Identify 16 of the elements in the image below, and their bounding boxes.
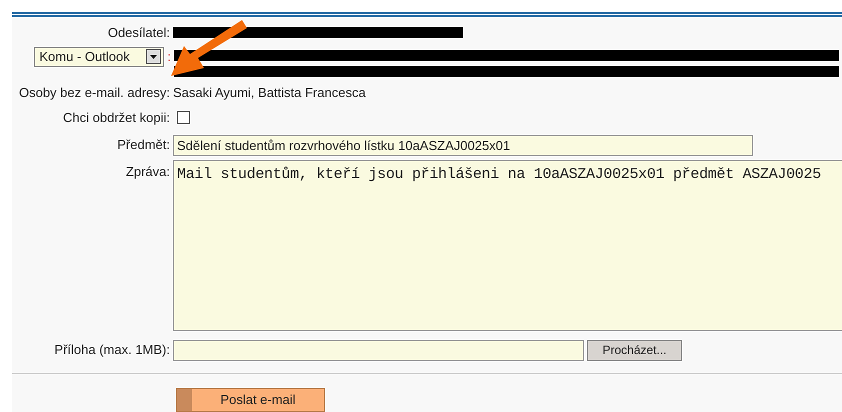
no-email-label: Osoby bez e-mail. adresy: <box>18 84 170 100</box>
attachment-field[interactable] <box>173 340 584 360</box>
message-label: Zpráva: <box>124 162 170 181</box>
message-text: Mail studentům, kteří jsou přihlášeni na 10aASZAJ0025x01 předmět ASZAJ0025 <box>177 166 821 182</box>
attachment-label: Příloha (max. 1MB): <box>54 342 170 358</box>
recipients-dropdown[interactable]: Komu - Outlook <box>34 46 164 66</box>
subject-label: Předmět: <box>117 137 170 152</box>
subject-field[interactable]: Sdělení studentům rozvrhového lístku 10aASZAJ0025x01 <box>173 134 753 156</box>
sender-label: Odesílatel: <box>108 25 170 40</box>
message-field[interactable]: Mail studentům, kteří jsou přihlášeni na 10aASZAJ0025x01 předmět ASZAJ0025 <box>173 160 842 330</box>
copy-checkbox[interactable] <box>177 111 190 124</box>
send-button[interactable]: Poslat e-mail <box>176 388 325 412</box>
copy-label: Chci obdržet kopii: <box>63 110 170 125</box>
no-email-names: Sasaki Ayumi, Battista Francesca <box>173 84 366 100</box>
browse-button[interactable]: Procházet... <box>587 340 682 360</box>
separator: : <box>167 48 171 66</box>
